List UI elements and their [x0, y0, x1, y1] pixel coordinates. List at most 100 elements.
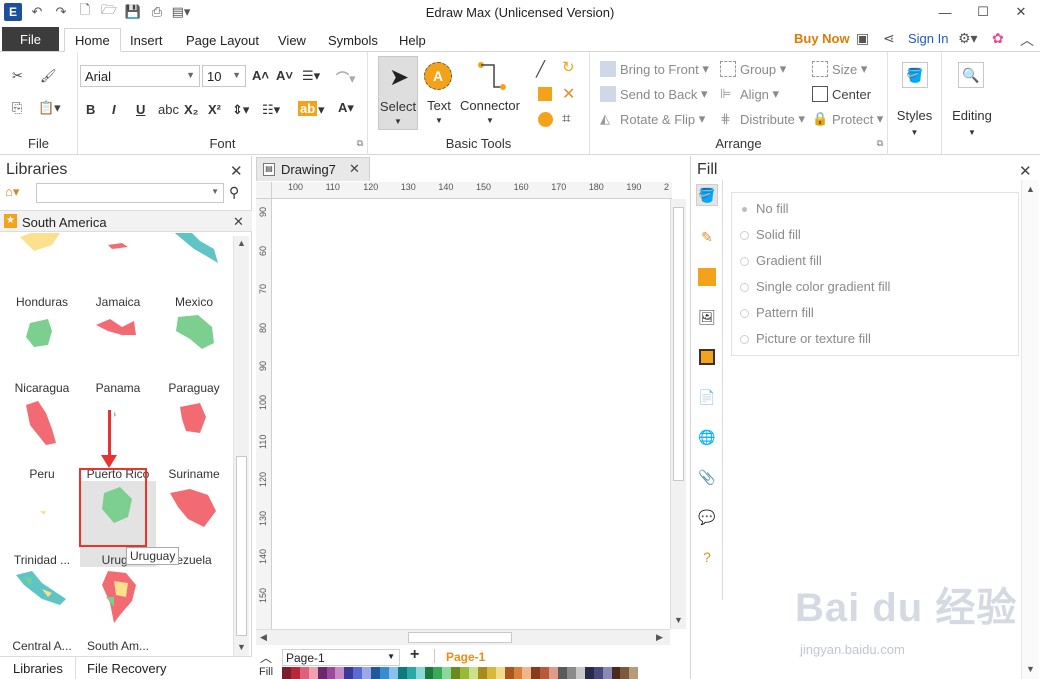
- color-swatch[interactable]: [584, 667, 594, 679]
- cut-icon[interactable]: ✂: [12, 68, 23, 84]
- tab-symbols[interactable]: Symbols: [318, 28, 388, 52]
- document-tab[interactable]: ▤ Drawing7 ✕: [256, 157, 370, 181]
- attachment-tab-icon[interactable]: 📎: [696, 466, 718, 488]
- highlight-dropdown-icon[interactable]: ▾: [318, 102, 325, 118]
- group-button[interactable]: Group ▾: [720, 61, 786, 77]
- theme-icon[interactable]: ✿: [992, 30, 1004, 47]
- shape-item[interactable]: Mexico: [156, 233, 232, 309]
- color-swatch[interactable]: [326, 667, 336, 679]
- shape-item[interactable]: Nicaragua: [4, 309, 80, 395]
- tab-libraries[interactable]: Libraries: [13, 661, 63, 676]
- tab-help[interactable]: Help: [389, 28, 436, 52]
- buy-now-link[interactable]: Buy Now: [794, 31, 850, 46]
- paste-icon[interactable]: 📋▾: [38, 100, 61, 116]
- shape-item[interactable]: Central A...: [4, 567, 80, 651]
- color-swatch[interactable]: [451, 667, 461, 679]
- search-icon[interactable]: ⚲: [229, 184, 239, 201]
- color-swatch[interactable]: [469, 667, 478, 679]
- copy-icon[interactable]: ⎘: [12, 100, 22, 116]
- select-tool-button[interactable]: ➤ Select ▼: [378, 56, 418, 130]
- highlight-icon[interactable]: ab: [298, 101, 318, 116]
- underline-icon[interactable]: U: [136, 102, 145, 117]
- image-tab-icon[interactable]: 🖼: [696, 306, 718, 328]
- color-swatch[interactable]: [397, 667, 407, 679]
- paragraph-spacing-icon[interactable]: ⇕▾: [232, 102, 249, 118]
- library-category-header[interactable]: ★ South America ✕: [0, 210, 252, 232]
- color-swatch[interactable]: [540, 667, 550, 679]
- layer-tab-icon[interactable]: [696, 346, 718, 368]
- line-spacing-icon[interactable]: ⌒▾: [336, 68, 356, 87]
- share-icon[interactable]: ⋖: [883, 30, 895, 47]
- font-dialog-icon[interactable]: ⧉: [357, 138, 363, 149]
- text-tool-button[interactable]: A Text ▼: [422, 56, 456, 130]
- arrange-dialog-icon[interactable]: ⧉: [877, 138, 883, 149]
- font-size-select[interactable]: 10 ▼: [202, 65, 246, 87]
- color-swatch[interactable]: [282, 667, 291, 679]
- shape-item[interactable]: Panama: [80, 309, 156, 395]
- color-swatch[interactable]: [513, 667, 523, 679]
- color-swatch[interactable]: [593, 667, 603, 679]
- sign-in-link[interactable]: Sign In: [908, 31, 948, 46]
- color-swatch[interactable]: [629, 667, 639, 679]
- color-swatch[interactable]: [460, 667, 470, 679]
- rectangle-tool-icon[interactable]: [538, 87, 552, 101]
- shape-item[interactable]: Honduras: [4, 233, 80, 309]
- search-dropdown-icon[interactable]: ▼: [211, 187, 219, 196]
- bring-to-front-button[interactable]: Bring to Front ▾: [600, 61, 709, 77]
- comment-tab-icon[interactable]: 💬: [696, 506, 718, 528]
- library-scrollbar[interactable]: ▲ ▼: [233, 236, 249, 656]
- fill-tab-icon[interactable]: 🪣: [696, 184, 718, 206]
- add-page-icon[interactable]: +: [410, 646, 419, 664]
- tab-file-recovery[interactable]: File Recovery: [87, 661, 166, 676]
- home-library-icon[interactable]: ⌂▾: [5, 184, 19, 200]
- hyperlink-tab-icon[interactable]: 🌐: [696, 426, 718, 448]
- minimize-icon[interactable]: —: [926, 0, 964, 24]
- fill-option[interactable]: Picture or texture fill: [740, 331, 871, 346]
- crop-tool-icon[interactable]: ⌗: [562, 110, 570, 127]
- increase-font-icon[interactable]: A˄: [252, 68, 269, 83]
- fill-scroll-down-icon[interactable]: ▼: [1026, 664, 1035, 674]
- decrease-font-icon[interactable]: A˅: [276, 68, 293, 83]
- color-swatch[interactable]: [620, 667, 630, 679]
- gear-icon[interactable]: ⚙▾: [958, 30, 978, 47]
- align-button[interactable]: ⊫ Align ▾: [720, 86, 779, 102]
- help-tab-icon[interactable]: ?: [696, 546, 718, 568]
- color-swatch[interactable]: [522, 667, 532, 679]
- line-tab-icon[interactable]: ✎: [696, 226, 718, 248]
- line-tool-icon[interactable]: ╱: [536, 60, 545, 78]
- shape-item[interactable]: South Am...: [80, 567, 156, 651]
- font-family-select[interactable]: Arial ▼: [80, 65, 200, 87]
- library-scroll-thumb[interactable]: [236, 456, 247, 636]
- tab-insert[interactable]: Insert: [120, 28, 173, 52]
- italic-icon[interactable]: I: [112, 102, 116, 117]
- close-icon[interactable]: ✕: [1002, 0, 1040, 24]
- color-swatch[interactable]: [575, 667, 585, 679]
- canvas-vscroll-thumb[interactable]: [673, 207, 684, 481]
- bullet-list-icon[interactable]: ☷▾: [262, 102, 280, 118]
- fill-option[interactable]: Pattern fill: [740, 305, 814, 320]
- color-swatch[interactable]: [299, 667, 309, 679]
- size-button[interactable]: Size ▾: [812, 61, 867, 77]
- color-swatch[interactable]: [602, 667, 612, 679]
- color-swatch[interactable]: [567, 667, 576, 679]
- send-to-back-button[interactable]: Send to Back ▾: [600, 86, 707, 102]
- color-swatch[interactable]: [388, 667, 398, 679]
- drawing-page[interactable]: [272, 199, 670, 629]
- color-swatch[interactable]: [486, 667, 496, 679]
- color-swatch[interactable]: [442, 667, 452, 679]
- page-collapse-icon[interactable]: ︿: [260, 649, 272, 666]
- shape-item[interactable]: Jamaica: [80, 233, 156, 309]
- page-select[interactable]: Page-1 ▼: [282, 649, 400, 666]
- editing-button[interactable]: 🔍 Editing ▼: [942, 52, 1002, 155]
- color-swatch[interactable]: [353, 667, 363, 679]
- strikethrough-icon[interactable]: abc: [158, 102, 179, 117]
- shadow-tab-icon[interactable]: [696, 266, 718, 288]
- align-text-icon[interactable]: ☰▾: [302, 68, 320, 84]
- fill-option[interactable]: Single color gradient fill: [740, 279, 890, 294]
- fill-option[interactable]: Gradient fill: [740, 253, 822, 268]
- tab-home[interactable]: Home: [64, 28, 121, 52]
- bold-icon[interactable]: B: [86, 102, 95, 117]
- fill-option[interactable]: No fill: [740, 201, 789, 216]
- file-menu-button[interactable]: File: [2, 27, 59, 51]
- scroll-down-icon[interactable]: ▼: [237, 642, 246, 652]
